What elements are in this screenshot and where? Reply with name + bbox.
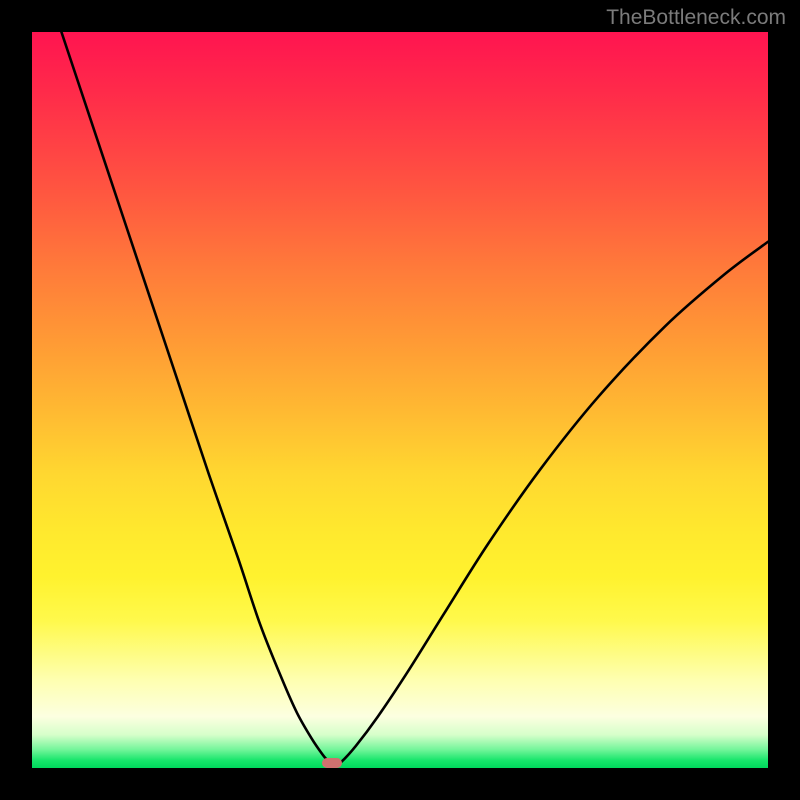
bottleneck-curve [32,32,768,768]
optimum-marker [322,758,342,768]
plot-area [32,32,768,768]
watermark-text: TheBottleneck.com [606,6,786,30]
chart-frame: TheBottleneck.com [0,0,800,800]
